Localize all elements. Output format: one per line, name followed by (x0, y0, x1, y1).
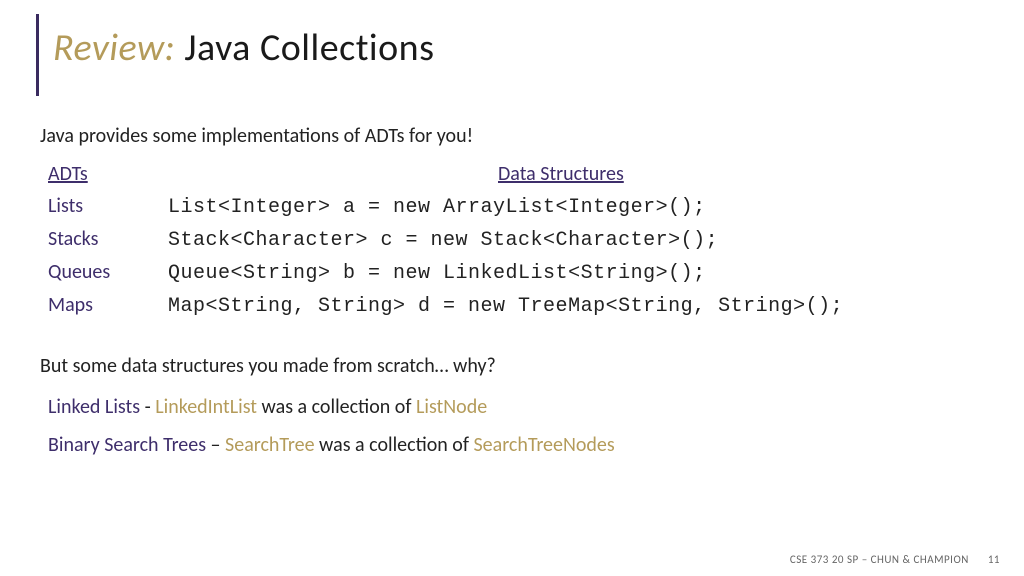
sep: – (206, 433, 225, 457)
list-item: Linked Lists - LinkedIntList was a colle… (48, 388, 1024, 426)
title-block: Review: Java Collections (0, 0, 1024, 96)
table-row: Stacks Stack<Character> c = new Stack<Ch… (48, 227, 1024, 252)
adt-name: Lists (48, 194, 168, 218)
ds-label: Binary Search Trees (48, 433, 206, 457)
course-label: CSE 373 20 SP – CHUN & CHAMPION (790, 553, 969, 566)
code-sample: Queue<String> b = new LinkedList<String>… (168, 262, 706, 285)
why-text: But some data structures you made from s… (0, 318, 1024, 378)
slide-footer: CSE 373 20 SP – CHUN & CHAMPION 11 (790, 553, 1000, 566)
code-sample: List<Integer> a = new ArrayList<Integer>… (168, 196, 706, 219)
header-data-structures: Data Structures (498, 162, 624, 186)
table-row: Lists List<Integer> a = new ArrayList<In… (48, 194, 1024, 219)
adt-table: ADTs Data Structures Lists List<Integer>… (0, 148, 1024, 318)
table-row: Maps Map<String, String> d = new TreeMap… (48, 293, 1024, 318)
title-main: Java Collections (175, 25, 434, 71)
adt-name: Maps (48, 293, 168, 317)
node-name: SearchTreeNodes (473, 433, 614, 457)
code-sample: Stack<Character> c = new Stack<Character… (168, 229, 718, 252)
mid-text: was a collection of (315, 433, 474, 457)
title-prefix: Review: (53, 25, 175, 71)
ds-label: Linked Lists (48, 395, 140, 419)
adt-name: Queues (48, 260, 168, 284)
node-name: ListNode (416, 395, 487, 419)
column-headers: ADTs Data Structures (48, 162, 1024, 186)
code-sample: Map<String, String> d = new TreeMap<Stri… (168, 295, 843, 318)
sep: - (140, 395, 155, 419)
list-item: Binary Search Trees – SearchTree was a c… (48, 426, 1024, 464)
class-name: LinkedIntList (155, 395, 257, 419)
header-adts: ADTs (48, 162, 498, 186)
mid-text: was a collection of (257, 395, 416, 419)
page-number: 11 (988, 553, 1000, 566)
slide-title: Review: Java Collections (53, 8, 435, 72)
adt-name: Stacks (48, 227, 168, 251)
scratch-list: Linked Lists - LinkedIntList was a colle… (0, 378, 1024, 464)
table-row: Queues Queue<String> b = new LinkedList<… (48, 260, 1024, 285)
slide: Review: Java Collections Java provides s… (0, 0, 1024, 576)
class-name: SearchTree (225, 433, 314, 457)
title-accent-bar (36, 14, 39, 96)
intro-text: Java provides some implementations of AD… (0, 96, 1024, 148)
